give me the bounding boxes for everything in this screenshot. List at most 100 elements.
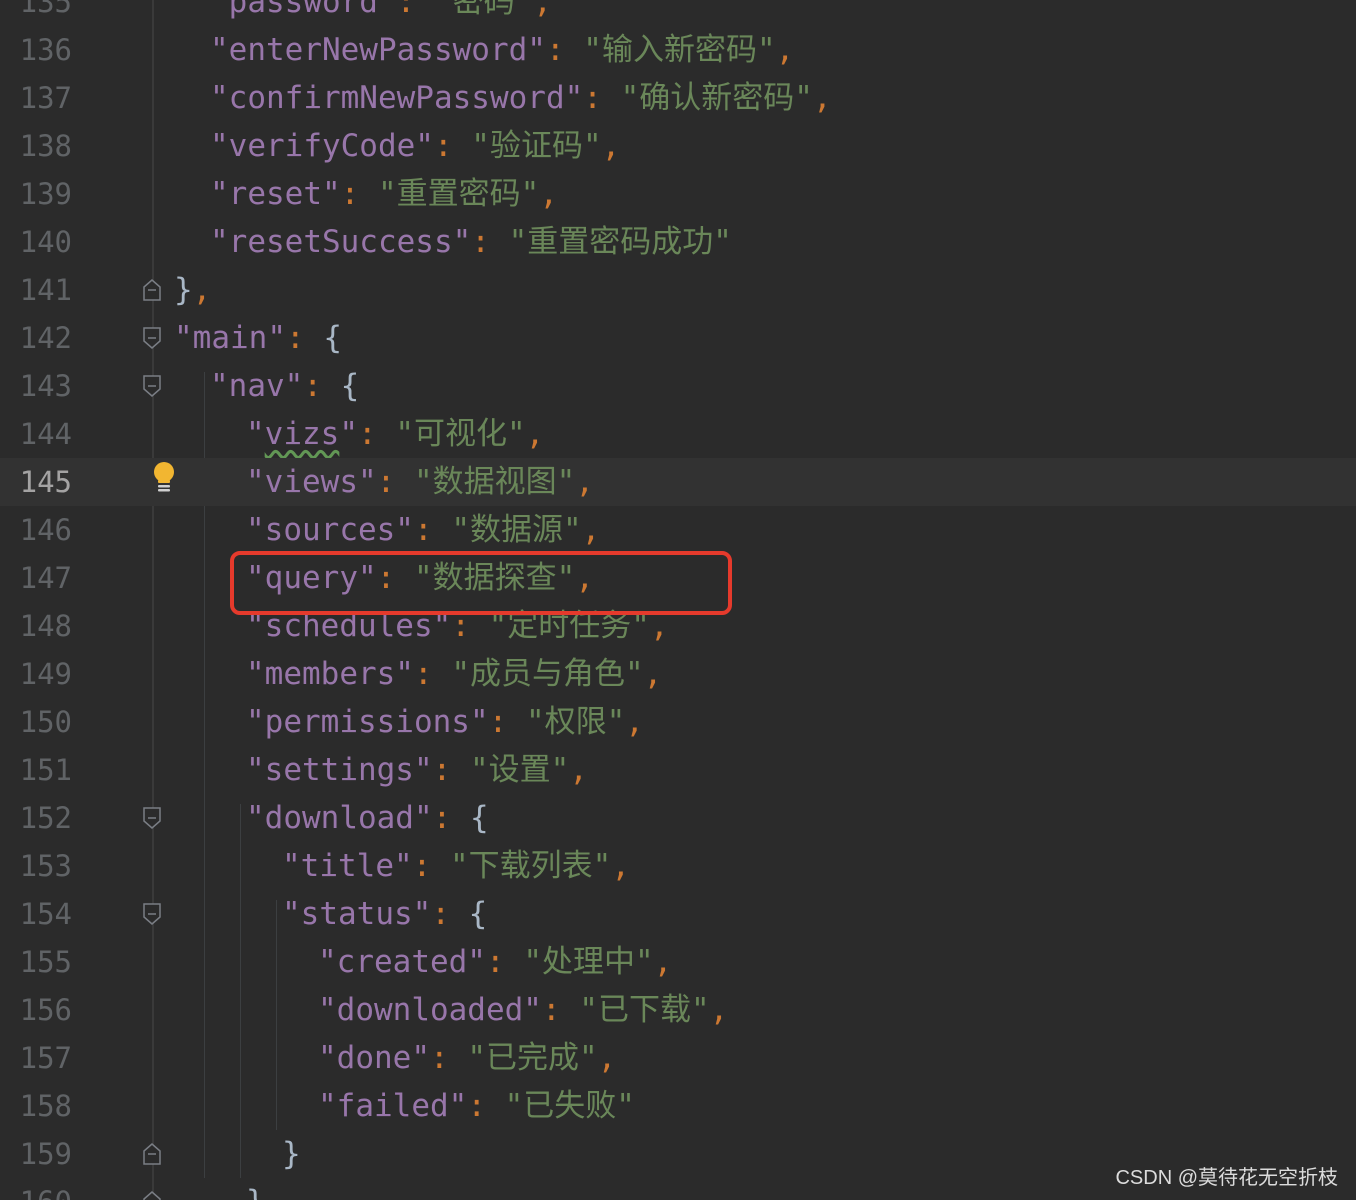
fold-open-icon[interactable] — [143, 903, 161, 925]
comma: , — [581, 512, 601, 548]
code-line[interactable]: 138 "verifyCode": "验证码", — [0, 122, 1356, 170]
lightbulb-icon[interactable] — [151, 461, 177, 493]
line-number: 160 — [0, 1178, 72, 1200]
colon: : — [488, 704, 526, 740]
comma: , — [265, 1184, 284, 1200]
line-number: 155 — [19, 945, 72, 979]
code-text: } — [282, 1130, 301, 1178]
code-line[interactable]: 140 "resetSuccess": "重置密码成功" — [0, 218, 1356, 266]
code-text: "verifyCode": "验证码", — [210, 122, 620, 170]
fold-close-icon[interactable] — [143, 1143, 161, 1165]
json-value: "成员与角色" — [451, 656, 644, 692]
code-text: "status": { — [282, 890, 487, 938]
code-editor[interactable]: 135 "password": "密码", 136 "enterNewPassword… — [0, 0, 1356, 1200]
json-value: "处理中" — [523, 944, 654, 980]
colon: : — [376, 464, 414, 500]
comma: , — [569, 752, 588, 788]
open-brace: { — [323, 320, 342, 356]
comma: , — [533, 0, 552, 20]
code-line[interactable]: 154 "status": { — [0, 890, 1356, 938]
line-number: 142 — [19, 321, 72, 355]
colon: : — [412, 848, 450, 884]
json-key: "main" — [174, 320, 286, 356]
json-key: "enterNewPassword" — [210, 32, 546, 68]
colon: : — [429, 1040, 468, 1076]
json-key: "members" — [246, 656, 414, 692]
line-number: 157 — [19, 1041, 72, 1075]
json-key: "resetSuccess" — [210, 224, 472, 260]
fold-close-icon[interactable] — [143, 1191, 161, 1200]
colon: : — [432, 800, 470, 836]
code-text: "enterNewPassword": "输入新密码", — [210, 26, 794, 74]
typo-underline: vizs — [264, 416, 340, 452]
code-line[interactable]: 158 "failed": "已失败" — [0, 1082, 1356, 1130]
close-brace: } — [246, 1184, 265, 1200]
code-line[interactable]: 145 "views": "数据视图", — [0, 458, 1356, 506]
code-line[interactable]: 151 "settings": "设置", — [0, 746, 1356, 794]
comma: , — [525, 416, 545, 452]
code-text: "created": "处理中", — [318, 938, 672, 986]
code-line[interactable]: 157 "done": "已完成", — [0, 1034, 1356, 1082]
json-key: "settings" — [246, 752, 433, 788]
code-line[interactable]: 156 "downloaded": "已下载", — [0, 986, 1356, 1034]
code-line[interactable]: 139 "reset": "重置密码", — [0, 170, 1356, 218]
open-brace: { — [340, 368, 360, 404]
code-line[interactable]: 136 "enterNewPassword": "输入新密码", — [0, 26, 1356, 74]
code-text: "reset": "重置密码", — [210, 170, 558, 218]
line-number: 140 — [19, 225, 72, 259]
code-line[interactable]: 141}, — [0, 266, 1356, 314]
comma: , — [192, 272, 212, 308]
code-line[interactable]: 137 "confirmNewPassword": "确认新密码", — [0, 74, 1356, 122]
json-key: "permissions" — [246, 704, 489, 740]
code-line[interactable]: 150 "permissions": "权限", — [0, 698, 1356, 746]
json-key: "sources" — [246, 512, 414, 548]
json-key: "done" — [318, 1040, 430, 1076]
json-key: "created" — [318, 944, 486, 980]
json-value: "输入新密码" — [583, 32, 776, 68]
code-text: "permissions": "权限", — [246, 698, 644, 746]
json-key: "password" — [210, 0, 397, 20]
code-text: "vizs": "可视化", — [246, 410, 544, 458]
colon: : — [431, 896, 469, 932]
comma: , — [575, 464, 594, 500]
code-line[interactable]: 135 "password": "密码", — [0, 0, 1356, 26]
json-value: "重置密码成功" — [508, 224, 732, 260]
code-line[interactable]: 155 "created": "处理中", — [0, 938, 1356, 986]
code-line[interactable]: 152 "download": { — [0, 794, 1356, 842]
colon: : — [396, 0, 434, 20]
colon: : — [358, 416, 396, 452]
comma: , — [653, 944, 673, 980]
colon: : — [467, 1088, 505, 1124]
code-line[interactable]: 153 "title": "下载列表", — [0, 842, 1356, 890]
fold-open-icon[interactable] — [143, 327, 161, 349]
line-number: 143 — [19, 369, 72, 403]
fold-open-icon[interactable] — [143, 807, 161, 829]
code-line[interactable]: 144 "vizs": "可视化", — [0, 410, 1356, 458]
comma: , — [643, 656, 663, 692]
code-line[interactable]: 142 "main": { — [0, 314, 1356, 362]
json-key: "vizs" — [246, 416, 358, 452]
code-line[interactable]: 146 "sources": "数据源", — [0, 506, 1356, 554]
code-line[interactable]: 149 "members": "成员与角色", — [0, 650, 1356, 698]
fold-open-icon[interactable] — [143, 375, 161, 397]
code-line[interactable]: 143 "nav": { — [0, 362, 1356, 410]
json-key: "status" — [282, 896, 432, 932]
json-key: "confirmNewPassword" — [210, 80, 584, 116]
fold-close-icon[interactable] — [143, 279, 161, 301]
json-value: "确认新密码" — [620, 80, 813, 116]
comma: , — [775, 32, 795, 68]
open-brace: { — [469, 800, 489, 836]
line-number: 149 — [19, 657, 72, 691]
code-text: "confirmNewPassword": "确认新密码", — [210, 74, 832, 122]
json-key: "title" — [282, 848, 413, 884]
colon: : — [303, 368, 341, 404]
line-number: 151 — [19, 753, 72, 787]
line-number: 153 — [19, 849, 72, 883]
json-key: "verifyCode" — [210, 128, 434, 164]
code-text: "failed": "已失败" — [318, 1082, 635, 1130]
line-number: 156 — [19, 993, 72, 1027]
colon: : — [471, 224, 509, 260]
code-text: "main": { — [174, 314, 342, 362]
colon: : — [541, 992, 580, 1028]
code-text: }, — [246, 1178, 283, 1200]
